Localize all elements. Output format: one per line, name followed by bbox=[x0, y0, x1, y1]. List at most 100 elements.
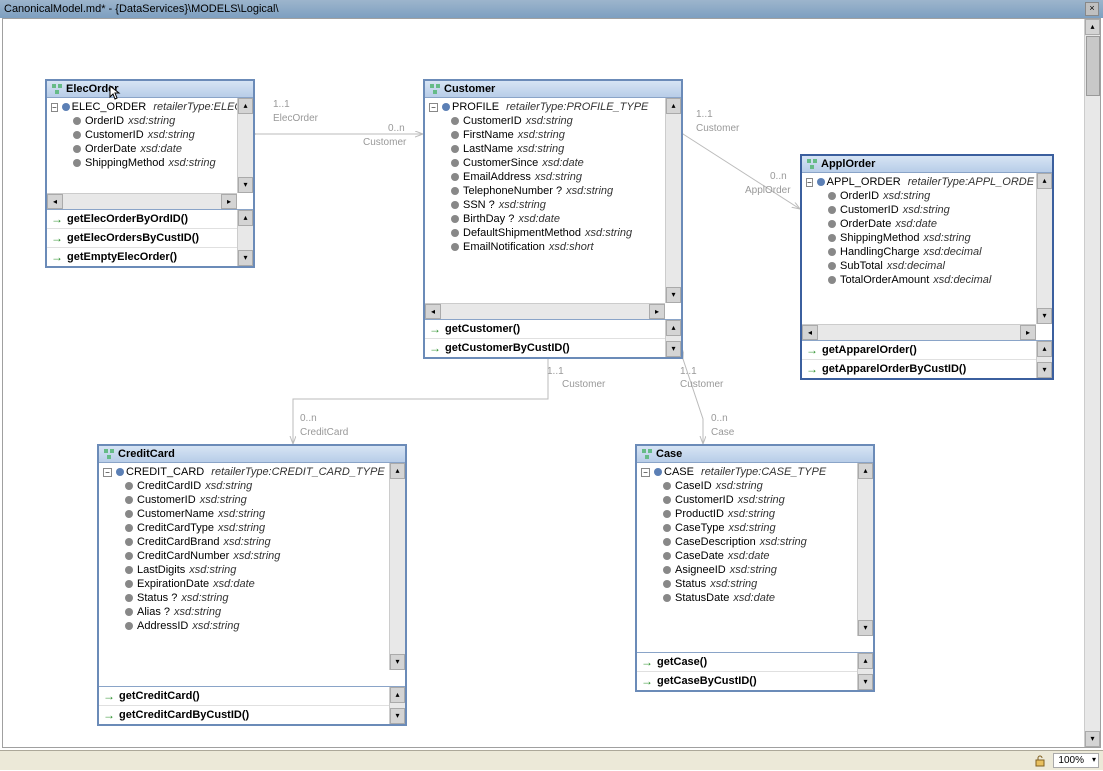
entity-title[interactable]: Customer bbox=[425, 81, 681, 98]
entity-elecorder[interactable]: ElecOrder − ELEC_ORDER retailerType:ELEC… bbox=[45, 79, 255, 268]
attribute-row[interactable]: CustomerID xsd:string bbox=[802, 203, 1036, 217]
attribute-row[interactable]: OrderDate xsd:date bbox=[802, 217, 1036, 231]
operation-row[interactable]: →getCreditCard() bbox=[99, 687, 389, 705]
scroll-down-icon[interactable]: ▾ bbox=[390, 708, 405, 724]
scroll-right-icon[interactable]: ▸ bbox=[649, 304, 665, 319]
attribute-row[interactable]: Status xsd:string bbox=[637, 577, 857, 591]
entity-creditcard[interactable]: CreditCard − CREDIT_CARD retailerType:CR… bbox=[97, 444, 407, 726]
scrollbar-horizontal[interactable]: ◂▸ bbox=[47, 193, 237, 209]
scroll-up-icon[interactable]: ▴ bbox=[666, 320, 681, 336]
scrollbar-vertical[interactable]: ▴▾ bbox=[1036, 173, 1052, 324]
tree-root[interactable]: − APPL_ORDER retailerType:APPL_ORDE bbox=[802, 175, 1036, 189]
attribute-row[interactable]: CustomerID xsd:string bbox=[637, 493, 857, 507]
attribute-row[interactable]: ShippingMethod xsd:string bbox=[802, 231, 1036, 245]
attribute-row[interactable]: CaseDescription xsd:string bbox=[637, 535, 857, 549]
scrollbar-vertical[interactable]: ▴▾ bbox=[389, 687, 405, 724]
entity-applorder[interactable]: ApplOrder − APPL_ORDER retailerType:APPL… bbox=[800, 154, 1054, 380]
attribute-row[interactable]: HandlingCharge xsd:decimal bbox=[802, 245, 1036, 259]
scrollbar-horizontal[interactable]: ◂▸ bbox=[425, 303, 665, 319]
attribute-row[interactable]: OrderDate xsd:date bbox=[47, 142, 237, 156]
operation-row[interactable]: →getCreditCardByCustID() bbox=[99, 705, 389, 724]
attribute-row[interactable]: CaseID xsd:string bbox=[637, 479, 857, 493]
attribute-row[interactable]: FirstName xsd:string bbox=[425, 128, 665, 142]
attribute-row[interactable]: CreditCardID xsd:string bbox=[99, 479, 389, 493]
entity-title[interactable]: Case bbox=[637, 446, 873, 463]
operation-row[interactable]: →getElecOrdersByCustID() bbox=[47, 228, 237, 247]
scroll-thumb[interactable] bbox=[1086, 36, 1100, 96]
scroll-down-icon[interactable]: ▾ bbox=[238, 177, 253, 193]
attribute-row[interactable]: Status ? xsd:string bbox=[99, 591, 389, 605]
scroll-down-icon[interactable]: ▾ bbox=[390, 654, 405, 670]
attribute-row[interactable]: BirthDay ? xsd:date bbox=[425, 212, 665, 226]
close-button[interactable]: × bbox=[1085, 2, 1099, 16]
attribute-row[interactable]: CustomerName xsd:string bbox=[99, 507, 389, 521]
scroll-down-icon[interactable]: ▾ bbox=[1037, 308, 1052, 324]
scroll-up-icon[interactable]: ▴ bbox=[1037, 341, 1052, 357]
operation-row[interactable]: →getApparelOrderByCustID() bbox=[802, 359, 1036, 378]
scroll-left-icon[interactable]: ◂ bbox=[802, 325, 818, 340]
scrollbar-vertical[interactable]: ▴▾ bbox=[389, 463, 405, 670]
scrollbar-vertical[interactable]: ▴▾ bbox=[665, 98, 681, 303]
operation-row[interactable]: →getElecOrderByOrdID() bbox=[47, 210, 237, 228]
scroll-up-icon[interactable]: ▴ bbox=[1085, 19, 1100, 35]
attribute-row[interactable]: SSN ? xsd:string bbox=[425, 198, 665, 212]
attribute-row[interactable]: Alias ? xsd:string bbox=[99, 605, 389, 619]
scroll-down-icon[interactable]: ▾ bbox=[666, 341, 681, 357]
attribute-row[interactable]: LastDigits xsd:string bbox=[99, 563, 389, 577]
attribute-row[interactable]: TotalOrderAmount xsd:decimal bbox=[802, 273, 1036, 287]
attribute-row[interactable]: StatusDate xsd:date bbox=[637, 591, 857, 605]
tree-root[interactable]: − CASE retailerType:CASE_TYPE bbox=[637, 465, 857, 479]
attribute-row[interactable]: CreditCardBrand xsd:string bbox=[99, 535, 389, 549]
operation-row[interactable]: →getCase() bbox=[637, 653, 857, 671]
attribute-row[interactable]: CustomerID xsd:string bbox=[99, 493, 389, 507]
attribute-row[interactable]: CaseType xsd:string bbox=[637, 521, 857, 535]
attribute-row[interactable]: CaseDate xsd:date bbox=[637, 549, 857, 563]
scrollbar-horizontal[interactable]: ◂▸ bbox=[802, 324, 1036, 340]
entity-title[interactable]: ElecOrder bbox=[47, 81, 253, 98]
operation-row[interactable]: →getEmptyElecOrder() bbox=[47, 247, 237, 266]
scroll-up-icon[interactable]: ▴ bbox=[390, 687, 405, 703]
collapse-toggle-icon[interactable]: − bbox=[641, 468, 650, 477]
attribute-row[interactable]: SubTotal xsd:decimal bbox=[802, 259, 1036, 273]
attribute-row[interactable]: EmailNotification xsd:short bbox=[425, 240, 665, 254]
scroll-down-icon[interactable]: ▾ bbox=[858, 620, 873, 636]
collapse-toggle-icon[interactable]: − bbox=[806, 178, 813, 187]
operation-row[interactable]: →getCaseByCustID() bbox=[637, 671, 857, 690]
attribute-row[interactable]: AddressID xsd:string bbox=[99, 619, 389, 633]
tree-root[interactable]: − CREDIT_CARD retailerType:CREDIT_CARD_T… bbox=[99, 465, 389, 479]
collapse-toggle-icon[interactable]: − bbox=[103, 468, 112, 477]
entity-title[interactable]: CreditCard bbox=[99, 446, 405, 463]
scroll-up-icon[interactable]: ▴ bbox=[1037, 173, 1052, 189]
attribute-row[interactable]: CustomerSince xsd:date bbox=[425, 156, 665, 170]
scroll-down-icon[interactable]: ▾ bbox=[1037, 362, 1052, 378]
attribute-row[interactable]: OrderID xsd:string bbox=[802, 189, 1036, 203]
operation-row[interactable]: →getApparelOrder() bbox=[802, 341, 1036, 359]
scroll-up-icon[interactable]: ▴ bbox=[666, 98, 681, 114]
scrollbar-vertical[interactable]: ▴▾ bbox=[857, 463, 873, 636]
scroll-down-icon[interactable]: ▾ bbox=[858, 674, 873, 690]
scroll-up-icon[interactable]: ▴ bbox=[390, 463, 405, 479]
diagram-canvas[interactable]: 1..1 ElecOrder 0..n Customer 1..1 Custom… bbox=[2, 18, 1101, 748]
attribute-row[interactable]: DefaultShipmentMethod xsd:string bbox=[425, 226, 665, 240]
scroll-left-icon[interactable]: ◂ bbox=[47, 194, 63, 209]
scrollbar-vertical[interactable]: ▴▾ bbox=[237, 98, 253, 193]
scroll-up-icon[interactable]: ▴ bbox=[238, 210, 253, 226]
canvas-scrollbar-vertical[interactable]: ▴ ▾ bbox=[1084, 19, 1100, 747]
scroll-down-icon[interactable]: ▾ bbox=[1085, 731, 1100, 747]
unlock-icon[interactable] bbox=[1033, 754, 1047, 768]
attribute-row[interactable]: ProductID xsd:string bbox=[637, 507, 857, 521]
attribute-row[interactable]: ExpirationDate xsd:date bbox=[99, 577, 389, 591]
scrollbar-vertical[interactable]: ▴▾ bbox=[237, 210, 253, 266]
attribute-row[interactable]: CreditCardNumber xsd:string bbox=[99, 549, 389, 563]
tree-root[interactable]: − PROFILE retailerType:PROFILE_TYPE bbox=[425, 100, 665, 114]
scrollbar-vertical[interactable]: ▴▾ bbox=[665, 320, 681, 357]
tree-root[interactable]: − ELEC_ORDER retailerType:ELEC_ bbox=[47, 100, 237, 114]
attribute-row[interactable]: EmailAddress xsd:string bbox=[425, 170, 665, 184]
scroll-up-icon[interactable]: ▴ bbox=[238, 98, 253, 114]
attribute-row[interactable]: LastName xsd:string bbox=[425, 142, 665, 156]
scroll-right-icon[interactable]: ▸ bbox=[1020, 325, 1036, 340]
attribute-row[interactable]: CustomerID xsd:string bbox=[47, 128, 237, 142]
entity-customer[interactable]: Customer − PROFILE retailerType:PROFILE_… bbox=[423, 79, 683, 359]
attribute-row[interactable]: AsigneeID xsd:string bbox=[637, 563, 857, 577]
scroll-down-icon[interactable]: ▾ bbox=[238, 250, 253, 266]
